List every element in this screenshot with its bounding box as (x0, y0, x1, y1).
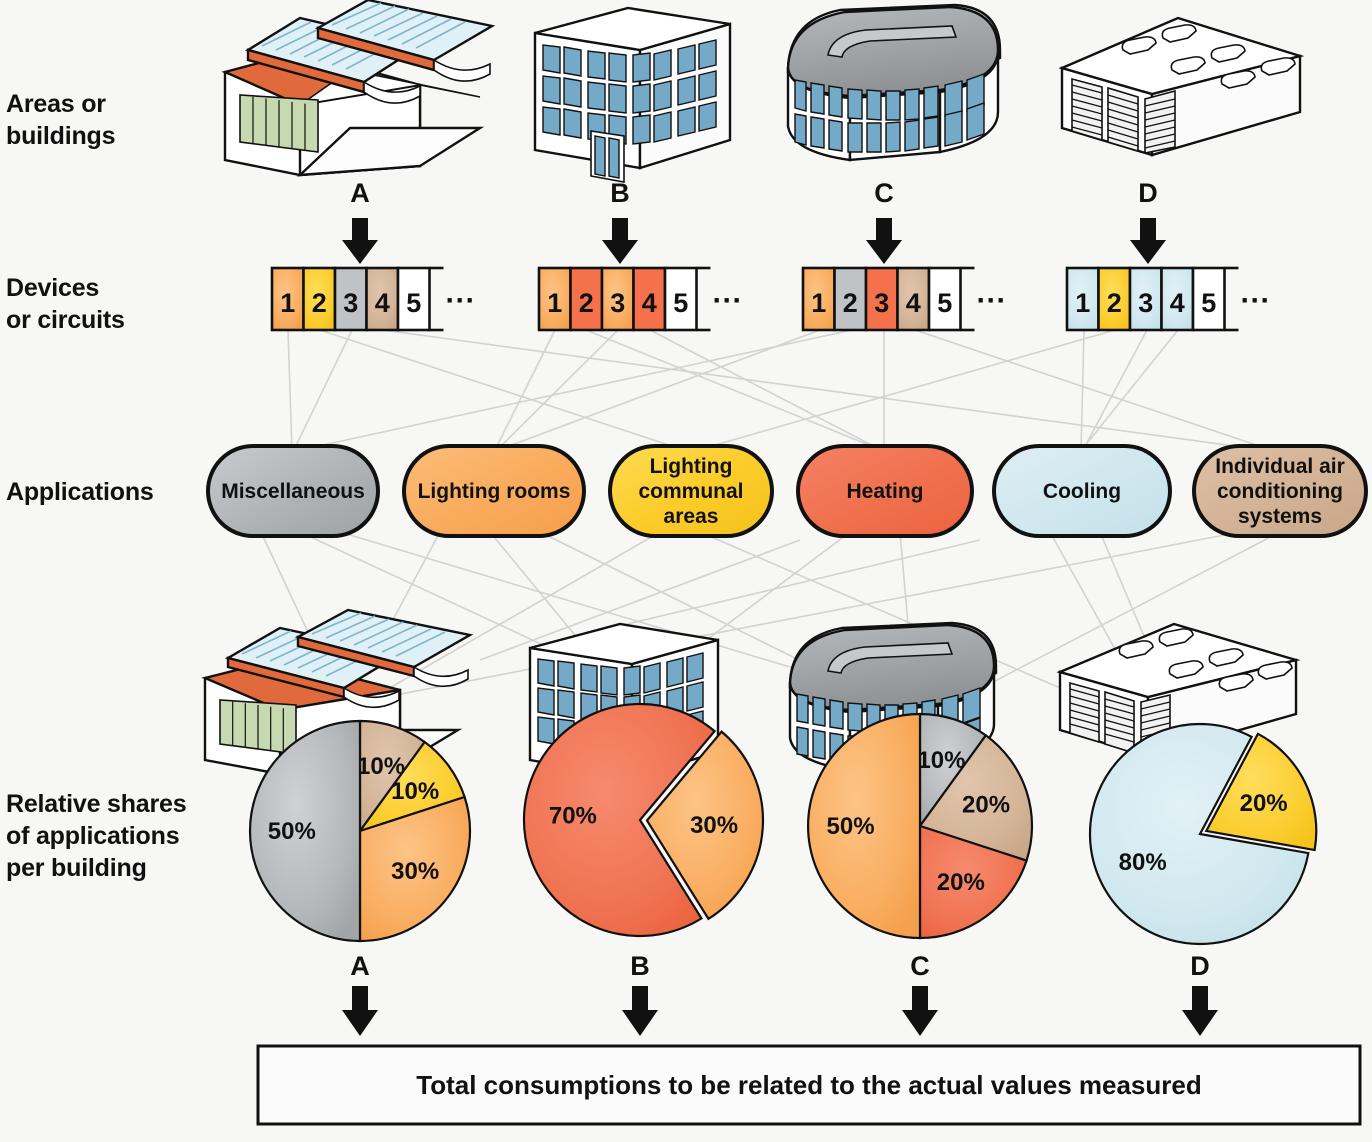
building-letter-bottom-b: B (630, 951, 650, 981)
pie-slice-value-label: 10% (391, 778, 439, 805)
device-number-label: 5 (937, 288, 952, 318)
building-letter-bottom-d: D (1190, 951, 1210, 981)
device-number-label: 5 (673, 288, 688, 318)
building-letter-top-d: D (1138, 178, 1158, 208)
total-consumption-text: Total consumptions to be related to the … (416, 1070, 1201, 1100)
pie-slice-value-label: 30% (690, 812, 738, 839)
total-consumption-box: Total consumptions to be related to the … (256, 1044, 1362, 1126)
device-number-label: 1 (547, 288, 562, 318)
building-illustration-d-top (1058, 16, 1305, 157)
application-pill-cooling[interactable]: Cooling (992, 444, 1172, 538)
application-label: Lighting (650, 455, 733, 478)
application-pill-lighting-communal-areas[interactable]: Lightingcommunalareas (608, 444, 774, 538)
device-ellipsis: ··· (713, 284, 743, 317)
pie-chart-b: 30% 70% (522, 702, 765, 938)
pie-slice-value-label: 50% (268, 818, 316, 845)
device-number-label: 5 (1201, 288, 1216, 318)
device-ellipsis: ··· (1241, 284, 1271, 317)
device-number-label: 3 (610, 288, 625, 318)
device-number-label: 3 (343, 288, 358, 318)
building-letter-top-a: A (350, 178, 370, 208)
building-letter-top-b: B (610, 178, 630, 208)
pie-charts: 10%10%30%50% 30%70%10%20%20%50%20%80% (248, 702, 1318, 946)
pie-slice-value-label: 20% (962, 792, 1010, 819)
device-number-label: 1 (1075, 288, 1090, 318)
device-groups: 1 2 3 4 5 ··· 1 2 3 4 5 ··· 1 2 3 4 5 ··· 1 2 3 4 5 ··· (270, 266, 1271, 332)
application-label: Heating (846, 480, 923, 503)
device-ellipsis: ··· (977, 284, 1007, 317)
application-pills: Miscellaneous Lighting rooms Lightingcommu… (206, 444, 1368, 538)
pie-slice-value-label: 50% (827, 813, 875, 840)
arrows-pies-to-total (342, 986, 1218, 1036)
device-number-label: 5 (406, 288, 421, 318)
building-illustration-b-top (533, 6, 732, 183)
diagram-canvas: Areas or buildings Devices or circuits A… (0, 0, 1372, 1142)
pie-slice-value-label: 70% (549, 802, 597, 829)
device-number-label: 2 (579, 288, 594, 318)
device-number-label: 4 (906, 288, 921, 318)
application-label: systems (1238, 505, 1322, 528)
link-lines-devices-applications (287, 329, 1279, 453)
application-label: communal (638, 480, 743, 503)
pie-slice-value-label: 30% (391, 858, 439, 885)
application-pill-miscellaneous[interactable]: Miscellaneous (206, 444, 380, 538)
application-label: conditioning (1217, 480, 1343, 503)
application-label: Miscellaneous (221, 480, 365, 503)
device-number-label: 4 (1170, 288, 1185, 318)
building-illustration-a-top (221, 0, 496, 177)
device-number-label: 2 (312, 288, 327, 318)
application-pill-individual-air-conditioning[interactable]: Individual airconditioningsystems (1192, 444, 1368, 538)
device-number-label: 3 (1138, 288, 1153, 318)
building-letter-top-c: C (874, 178, 894, 208)
application-pill-heating[interactable]: Heating (796, 444, 974, 538)
building-illustration-c-top (786, 3, 1002, 162)
device-ellipsis: ··· (446, 284, 476, 317)
device-number-label: 2 (843, 288, 858, 318)
device-number-label: 3 (874, 288, 889, 318)
arrows-buildings-to-devices (342, 218, 1166, 264)
application-label: Lighting rooms (418, 480, 571, 503)
application-pill-lighting-rooms[interactable]: Lighting rooms (402, 444, 586, 538)
building-letter-bottom-c: C (910, 951, 930, 981)
device-number-label: 2 (1107, 288, 1122, 318)
application-label: Individual air (1215, 455, 1345, 478)
pie-slice-value-label: 20% (937, 869, 985, 896)
pie-slice-value-label: 10% (917, 747, 965, 774)
device-group-a: 1 2 3 4 5 ··· (270, 266, 476, 332)
pie-chart-c: 10% 20% 20% 50% (806, 712, 1034, 940)
pie-slice-value-label: 80% (1119, 849, 1167, 876)
pie-slice-value-label: 20% (1240, 790, 1288, 817)
device-number-label: 4 (375, 288, 390, 318)
device-number-label: 4 (642, 288, 657, 318)
application-label: Cooling (1043, 480, 1121, 503)
building-letter-bottom-a: A (350, 951, 370, 981)
device-number-label: 1 (811, 288, 826, 318)
device-group-c: 1 2 3 4 5 ··· (801, 266, 1007, 332)
application-label: areas (664, 505, 719, 528)
pie-chart-d: 20% 80% (1088, 722, 1318, 946)
pie-slice-value-label: 10% (357, 753, 405, 780)
device-number-label: 1 (280, 288, 295, 318)
pie-chart-a: 10%10% 30% 50% (248, 719, 472, 943)
device-group-b: 1 2 3 4 5 ··· (537, 266, 743, 332)
device-group-d: 1 2 3 4 5 ··· (1065, 266, 1271, 332)
